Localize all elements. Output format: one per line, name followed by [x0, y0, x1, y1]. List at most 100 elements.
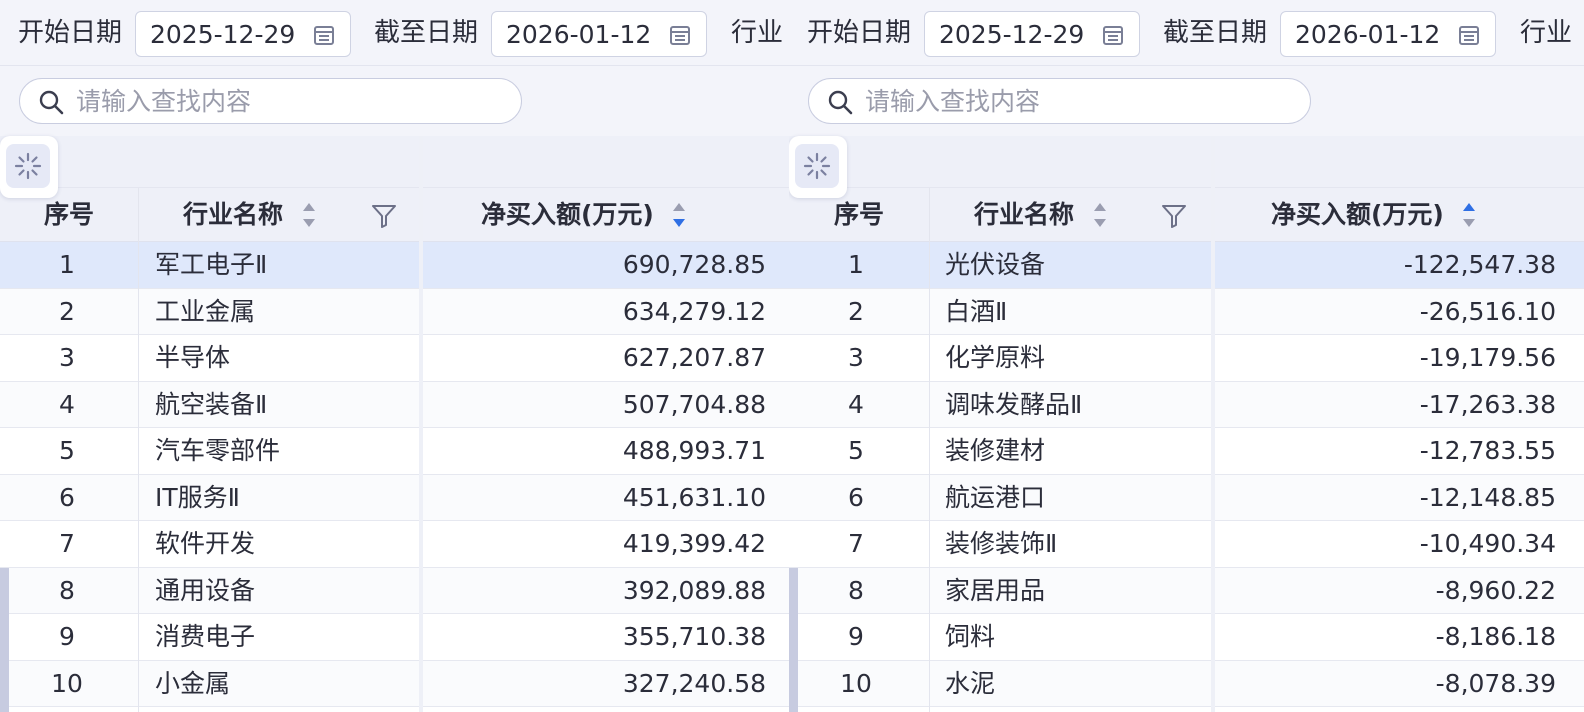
end-date-picker[interactable]: 2026-01-12: [1280, 11, 1496, 57]
table-row[interactable]: 4 航空装备Ⅱ 507,704.88: [0, 381, 790, 428]
column-header-net-buy[interactable]: 净买入额(万元): [481, 188, 654, 242]
search-icon: [39, 90, 64, 115]
table-row[interactable]: 7 软件开发 419,399.42: [0, 521, 790, 568]
start-date-value: 2025-12-29: [939, 20, 1085, 49]
row-index: 10: [51, 668, 83, 698]
filter-bar: 开始日期 2025-12-29 截至日期 2026-01-12 行业: [0, 0, 790, 66]
search-input[interactable]: 请输入查找内容: [19, 78, 522, 124]
sort-descending-icon[interactable]: [672, 199, 686, 231]
industry-name[interactable]: 半导体: [155, 335, 230, 381]
net-buy-value: -8,960.22: [1435, 575, 1556, 605]
industry-filter-label[interactable]: 行业: [731, 16, 783, 50]
industry-name[interactable]: 化学原料: [945, 335, 1045, 381]
industry-name[interactable]: 航运港口: [945, 475, 1045, 521]
panel-resize-handle[interactable]: [789, 568, 798, 712]
magic-wand-icon: [795, 144, 839, 188]
industry-name[interactable]: 工业金属: [155, 289, 255, 335]
table-body: 1 光伏设备 -122,547.38 2 白酒Ⅱ -26,516.10 3 化学原料 -19,1…: [789, 242, 1584, 707]
sort-icon[interactable]: [302, 199, 316, 231]
table-tools-button[interactable]: [789, 136, 847, 198]
end-date-picker[interactable]: 2026-01-12: [491, 11, 707, 57]
start-date-value: 2025-12-29: [150, 20, 296, 49]
table-row[interactable]: 8 通用设备 392,089.88: [0, 567, 790, 614]
industry-name[interactable]: 装修装饰Ⅱ: [945, 521, 1057, 567]
net-buy-value: 488,993.71: [622, 436, 766, 465]
table-row[interactable]: 2 白酒Ⅱ -26,516.10: [789, 288, 1584, 335]
industry-filter-label[interactable]: 行业: [1520, 16, 1572, 50]
table-row[interactable]: 3 化学原料 -19,179.56: [789, 335, 1584, 382]
industry-name[interactable]: 饲料: [945, 614, 995, 660]
calendar-icon: [314, 26, 334, 45]
industry-name[interactable]: 装修建材: [945, 428, 1045, 474]
row-index: 3: [848, 343, 864, 372]
sort-ascending-icon[interactable]: [1462, 199, 1476, 231]
table-row[interactable]: 8 家居用品 -8,960.22: [789, 567, 1584, 614]
row-index: 6: [848, 482, 864, 512]
search-placeholder: 请输入查找内容: [76, 87, 252, 116]
industry-name[interactable]: 调味发酵品Ⅱ: [945, 382, 1082, 428]
table-row[interactable]: 7 装修装饰Ⅱ -10,490.34: [789, 521, 1584, 568]
net-buy-value: -122,547.38: [1403, 250, 1556, 279]
industry-name[interactable]: 水泥: [945, 661, 995, 707]
table-row[interactable]: 3 半导体 627,207.87: [0, 335, 790, 382]
row-index: 1: [848, 250, 864, 279]
row-index: 3: [59, 343, 75, 372]
column-header-industry[interactable]: 行业名称: [974, 188, 1074, 242]
table-row[interactable]: 6 航运港口 -12,148.85: [789, 474, 1584, 521]
table-row[interactable]: 9 饲料 -8,186.18: [789, 614, 1584, 661]
end-date-label: 截至日期: [374, 18, 479, 48]
row-index: 4: [59, 389, 75, 419]
industry-name[interactable]: IT服务Ⅱ: [155, 475, 240, 521]
industry-name[interactable]: 军工电子Ⅱ: [155, 242, 267, 288]
table-row[interactable]: 4 调味发酵品Ⅱ -17,263.38: [789, 381, 1584, 428]
table-row[interactable]: 1 军工电子Ⅱ 690,728.85: [0, 242, 790, 289]
industry-name[interactable]: 软件开发: [155, 521, 255, 567]
industry-name[interactable]: 小金属: [155, 661, 230, 707]
start-date-picker[interactable]: 2025-12-29: [924, 11, 1140, 57]
industry-name[interactable]: 通用设备: [155, 568, 255, 614]
table-tools-button[interactable]: [0, 136, 58, 198]
start-date-label: 开始日期: [18, 18, 123, 48]
net-buy-value: -8,078.39: [1435, 668, 1556, 698]
search-icon: [828, 90, 853, 115]
column-header-industry[interactable]: 行业名称: [183, 188, 283, 242]
row-index: 6: [59, 482, 75, 512]
industry-name[interactable]: 航空装备Ⅱ: [155, 382, 267, 428]
table-header: 序号 行业名称 净买入额(万元): [0, 188, 790, 242]
filter-funnel-icon[interactable]: [1161, 203, 1187, 229]
net-buy-value: -10,490.34: [1419, 529, 1556, 558]
row-index: 5: [848, 436, 864, 465]
industry-name[interactable]: 汽车零部件: [155, 428, 280, 474]
net-buy-value: -12,783.55: [1419, 436, 1556, 465]
table-row[interactable]: 10 水泥 -8,078.39: [789, 660, 1584, 707]
table-header-group-row: [789, 136, 1584, 188]
filter-funnel-icon[interactable]: [371, 203, 397, 229]
industry-name[interactable]: 光伏设备: [945, 242, 1045, 288]
column-header-net-buy[interactable]: 净买入额(万元): [1271, 188, 1444, 242]
industry-name[interactable]: 消费电子: [155, 614, 255, 660]
table-row[interactable]: 5 汽车零部件 488,993.71: [0, 428, 790, 475]
industry-name[interactable]: 白酒Ⅱ: [945, 289, 1007, 335]
panel-resize-handle[interactable]: [0, 568, 9, 712]
row-index: 2: [848, 296, 864, 326]
row-index: 7: [848, 529, 864, 558]
net-buy-value: 507,704.88: [622, 389, 766, 419]
table-row[interactable]: 1 光伏设备 -122,547.38: [789, 242, 1584, 289]
row-index: 9: [848, 622, 864, 651]
table-header: 序号 行业名称 净买入额(万元): [789, 188, 1584, 242]
industry-name[interactable]: 家居用品: [945, 568, 1045, 614]
net-buy-value: 355,710.38: [622, 622, 766, 651]
start-date-picker[interactable]: 2025-12-29: [135, 11, 351, 57]
row-index: 1: [59, 250, 75, 279]
search-input[interactable]: 请输入查找内容: [808, 78, 1311, 124]
net-buy-value: -17,263.38: [1419, 389, 1556, 419]
filter-bar: 开始日期 2025-12-29 截至日期 2026-01-12 行业: [789, 0, 1584, 66]
table-row[interactable]: 10 小金属 327,240.58: [0, 660, 790, 707]
table-row[interactable]: 2 工业金属 634,279.12: [0, 288, 790, 335]
table-row[interactable]: 5 装修建材 -12,783.55: [789, 428, 1584, 475]
table-row[interactable]: 9 消费电子 355,710.38: [0, 614, 790, 661]
net-buy-value: -26,516.10: [1419, 296, 1556, 326]
sort-icon[interactable]: [1093, 199, 1107, 231]
table-row[interactable]: 6 IT服务Ⅱ 451,631.10: [0, 474, 790, 521]
row-index: 8: [848, 575, 864, 605]
